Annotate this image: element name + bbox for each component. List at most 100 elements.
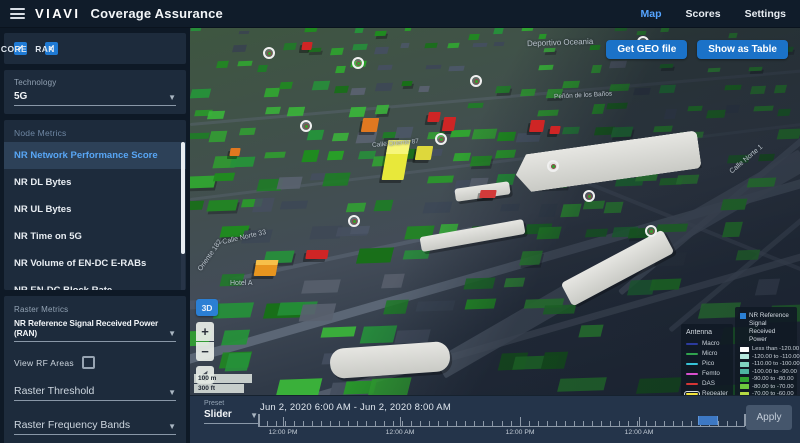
tick-mark	[547, 421, 548, 426]
raster-cell	[419, 86, 430, 93]
nav-item-settings[interactable]: Settings	[745, 8, 786, 20]
tick-mark	[502, 421, 503, 426]
rsrp-legend-row: -80.00 to -70.00	[740, 384, 792, 390]
raster-cell	[578, 325, 603, 338]
raster-frequency-bands-select[interactable]: Raster Frequency Bands ▼	[14, 419, 176, 435]
raster-cell	[332, 133, 350, 141]
antenna-marker-icon[interactable]	[645, 225, 657, 237]
nav-item-scores[interactable]: Scores	[686, 8, 721, 20]
raster-cell	[721, 198, 748, 209]
tick-mark	[511, 421, 512, 426]
raster-cell	[725, 104, 740, 113]
zoom-out-button[interactable]: −	[196, 342, 214, 361]
time-tick-labels: 12:00 PM12:00 AM12:00 PM12:00 AM	[190, 429, 800, 439]
raster-hotspot-cell	[301, 42, 312, 50]
raster-metrics-title: Raster Metrics	[14, 305, 176, 314]
rsrp-legend-row: -100.00 to -90.00	[740, 369, 792, 375]
map-3d-toggle-button[interactable]: 3D	[196, 299, 218, 316]
tick-mark	[592, 421, 593, 426]
time-selection-range[interactable]	[698, 416, 718, 425]
raster-cell	[495, 86, 511, 94]
antenna-marker-icon[interactable]	[583, 190, 595, 202]
node-metric-item[interactable]: NR Time on 5G	[4, 223, 186, 250]
tick-mark	[655, 421, 656, 426]
legend-label: -80.00 to -70.00	[752, 384, 794, 390]
tick-mark	[637, 421, 638, 426]
raster-cell	[311, 81, 330, 90]
menu-icon[interactable]	[10, 8, 25, 19]
raster-cell	[304, 28, 317, 32]
raster-cell	[521, 28, 533, 31]
antenna-marker-icon[interactable]	[352, 57, 364, 69]
node-metric-item[interactable]: NR DL Bytes	[4, 169, 186, 196]
map-canvas[interactable]: Deportivo OceaniaPeñón de los BañosCalle…	[190, 28, 800, 395]
raster-metric-select[interactable]: NR Reference Signal Received Power (RAN)…	[14, 318, 176, 342]
scrollbar-thumb[interactable]	[181, 142, 185, 254]
raster-cell	[375, 105, 389, 115]
time-tick-label: 12:00 AM	[625, 429, 654, 436]
raster-cell	[356, 247, 394, 263]
node-metrics-list: NR Network Performance ScoreNR DL BytesN…	[4, 142, 186, 290]
legend-swatch	[740, 369, 749, 374]
apply-button[interactable]: Apply	[746, 405, 792, 430]
raster-cell	[497, 132, 516, 141]
slider-start-cap	[258, 414, 260, 426]
view-rf-areas-label: View RF Areas	[14, 358, 74, 368]
tick-mark	[303, 421, 304, 426]
raster-cell	[302, 150, 321, 162]
technology-select[interactable]: 5G ▼	[14, 91, 176, 106]
preset-select[interactable]: Slider ▼	[204, 409, 258, 424]
raster-cell	[774, 85, 787, 93]
raster-cell	[280, 201, 308, 210]
tick-mark	[366, 421, 367, 426]
node-metric-item[interactable]: NR Network Performance Score	[4, 142, 186, 169]
time-slider[interactable]	[258, 412, 745, 427]
raster-cell	[400, 43, 409, 48]
antenna-marker-icon[interactable]	[435, 133, 447, 145]
raster-cell	[615, 28, 628, 32]
rsrp-legend: NR Reference Signal Received Power Less …	[735, 307, 797, 395]
raster-cell	[401, 81, 413, 86]
antenna-marker-icon[interactable]	[348, 215, 360, 227]
raster-cell	[283, 43, 297, 50]
legend-collapse-icon[interactable]	[740, 313, 746, 319]
tick-mark	[393, 421, 394, 426]
antenna-legend-title: Antenna	[686, 329, 728, 336]
raster-cell	[190, 175, 217, 188]
antenna-marker-icon[interactable]	[263, 47, 275, 59]
raster-cell	[252, 198, 274, 212]
node-metric-item[interactable]: NR EN-DC Block Rate	[4, 277, 186, 290]
raster-cell	[500, 203, 520, 211]
node-metric-item[interactable]: NR UL Bytes	[4, 196, 186, 223]
raster-cell	[207, 110, 226, 119]
raster-cell	[728, 33, 738, 38]
antenna-marker-icon[interactable]	[547, 160, 559, 172]
nav-item-map[interactable]: Map	[641, 8, 662, 20]
raster-cell	[190, 132, 209, 139]
raster-cell	[636, 31, 646, 35]
scrollbar[interactable]	[181, 142, 185, 290]
raster-cell	[659, 64, 674, 69]
legend-line-swatch	[686, 353, 698, 355]
raster-cell	[609, 83, 630, 91]
get-geo-file-button[interactable]: Get GEO file	[606, 40, 687, 59]
top-nav: Map Scores Settings	[641, 8, 786, 20]
legend-label: Macro	[702, 340, 720, 347]
raster-cell	[287, 107, 306, 116]
zoom-in-button[interactable]: +	[196, 322, 214, 341]
node-metric-item[interactable]: NR Volume of EN-DC E-RABs	[4, 250, 186, 277]
raster-threshold-select[interactable]: Raster Threshold ▼	[14, 385, 176, 401]
raster-cell	[301, 279, 341, 293]
raster-hotspot-cell	[305, 250, 329, 259]
view-rf-areas-checkbox[interactable]	[82, 356, 95, 369]
raster-cell	[633, 88, 651, 96]
legend-swatch	[740, 354, 749, 359]
raster-cell	[395, 127, 414, 138]
raster-cell	[209, 131, 228, 142]
raster-cell	[239, 128, 256, 135]
show-as-table-button[interactable]: Show as Table	[697, 40, 788, 59]
raster-cell	[416, 301, 456, 312]
antenna-marker-icon[interactable]	[470, 75, 482, 87]
antenna-marker-icon[interactable]	[300, 120, 312, 132]
raster-cell	[544, 48, 557, 53]
